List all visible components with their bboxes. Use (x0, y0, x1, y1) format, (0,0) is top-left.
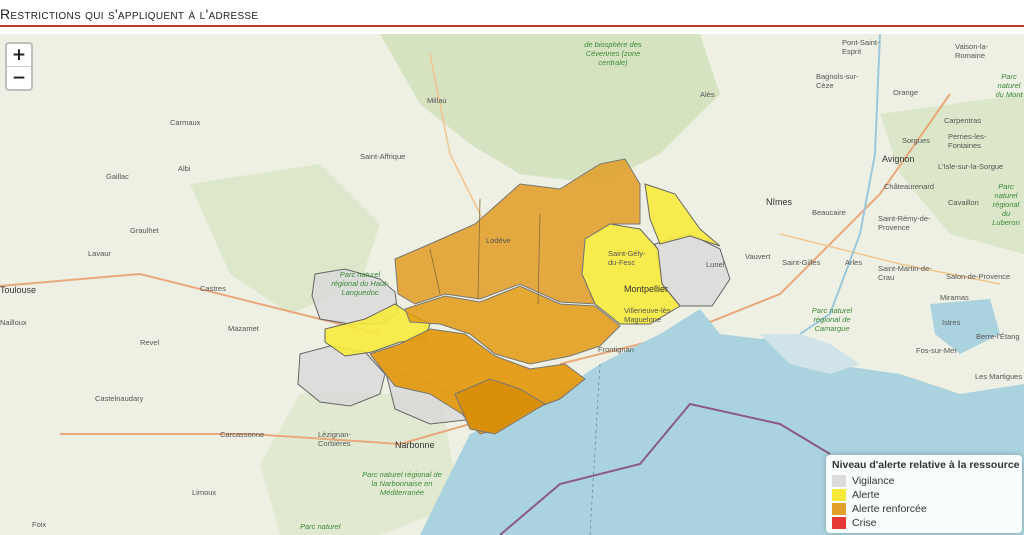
place-label: Vauvert (745, 252, 771, 261)
place-label: Foix (32, 520, 47, 529)
place-label: Saint-Rémy-de-Provence (878, 214, 931, 232)
place-label: Lunel (706, 260, 725, 269)
place-label: Castres (200, 284, 226, 293)
place-label: Salon-de-Provence (946, 272, 1011, 281)
legend-title: Niveau d'alerte relative à la ressource (832, 459, 1020, 471)
legend-swatch (832, 489, 846, 501)
park-label: Parc naturel (300, 522, 341, 531)
place-label: Fos-sur-Mer (916, 346, 957, 355)
place-label: Montpellier (624, 284, 669, 294)
place-label: Graulhet (130, 226, 159, 235)
place-label: Berre-l'Étang (976, 332, 1020, 341)
legend-swatch (832, 517, 846, 529)
park-label: Parc naturel régional de la Narbonnaise … (362, 470, 442, 497)
legend-swatch (832, 503, 846, 515)
place-label: Vaison-la-Romaine (955, 42, 989, 60)
place-label: Revel (140, 338, 160, 347)
place-label: Saint-Martin-de-Crau (878, 264, 932, 282)
place-label: Carmaux (170, 118, 201, 127)
place-label: Bagnols-sur-Cèze (816, 72, 859, 90)
zoom-out-button[interactable]: − (7, 66, 31, 89)
place-label: Lézignan-Corbières (318, 430, 351, 448)
place-label: Narbonne (395, 440, 435, 450)
place-label: Nîmes (766, 197, 793, 207)
map-legend: Niveau d'alerte relative à la ressource … (826, 455, 1022, 533)
legend-label: Crise (852, 517, 877, 529)
place-label: Nailloux (0, 318, 27, 327)
legend-item-alerte: Alerte (832, 488, 1016, 502)
section-title: Restrictions qui s'appliquent à l'adress… (0, 6, 259, 22)
park-label: Parc naturel régional du Luberon (992, 182, 1020, 227)
place-label: Avignon (882, 154, 915, 164)
legend-item-alerte-renforcee: Alerte renforcée (832, 502, 1016, 516)
place-label: Saint-Gély-du-Fesc (608, 249, 646, 267)
place-label: Castelnaudary (95, 394, 144, 403)
place-label: Cavaillon (948, 198, 979, 207)
place-label: Limoux (192, 488, 217, 497)
place-label: Albi (178, 164, 191, 173)
place-label: Orange (893, 88, 919, 97)
place-label: Lavaur (88, 249, 111, 258)
place-label: Saint-Gilles (782, 258, 821, 267)
place-label: Pernes-les-Fontaines (948, 132, 987, 150)
place-label: Pont-Saint-Esprit (842, 38, 880, 56)
place-label: Toulouse (0, 285, 37, 295)
place-label: Millau (427, 96, 447, 105)
place-label: Alès (700, 90, 715, 99)
place-label: Istres (942, 318, 961, 327)
place-label: Beaucaire (812, 208, 846, 217)
place-label: Carcassonne (220, 430, 265, 439)
place-label: Villeneuve-lès-Maguelone (624, 306, 674, 324)
place-label: Les Martigues (975, 372, 1023, 381)
place-label: Frontignan (598, 345, 634, 354)
park-label: Parc naturel régional de Camargue (811, 306, 853, 333)
legend-item-vigilance: Vigilance (832, 474, 1016, 488)
zoom-control: + − (5, 42, 33, 91)
zoom-in-button[interactable]: + (7, 44, 31, 66)
place-label: Mazamet (228, 324, 259, 333)
place-label: Châteaurenard (884, 182, 935, 191)
place-label: Sorgues (902, 136, 930, 145)
legend-label: Vigilance (852, 475, 895, 487)
place-label: Arles (845, 258, 863, 267)
place-label: Saint-Affrique (360, 152, 406, 161)
section-header: Restrictions qui s'appliquent à l'adress… (0, 0, 1024, 30)
place-label: L'Isle-sur-la-Sorgue (938, 162, 1004, 171)
park-label: Parc naturel du Mont (995, 72, 1023, 99)
header-divider (0, 25, 1024, 27)
park-label: de biosphère des Cévennes (zone centrale… (584, 40, 642, 67)
legend-label: Alerte (852, 489, 880, 501)
place-label: Miramas (940, 293, 969, 302)
legend-item-crise: Crise (832, 516, 1016, 530)
place-label: Carpentras (944, 116, 982, 125)
legend-label: Alerte renforcée (852, 503, 927, 515)
legend-swatch (832, 475, 846, 487)
place-label: Lodève (486, 236, 511, 245)
place-label: Gaillac (106, 172, 129, 181)
park-label: Parc naturel régional du Haut-Languedoc (331, 270, 389, 297)
